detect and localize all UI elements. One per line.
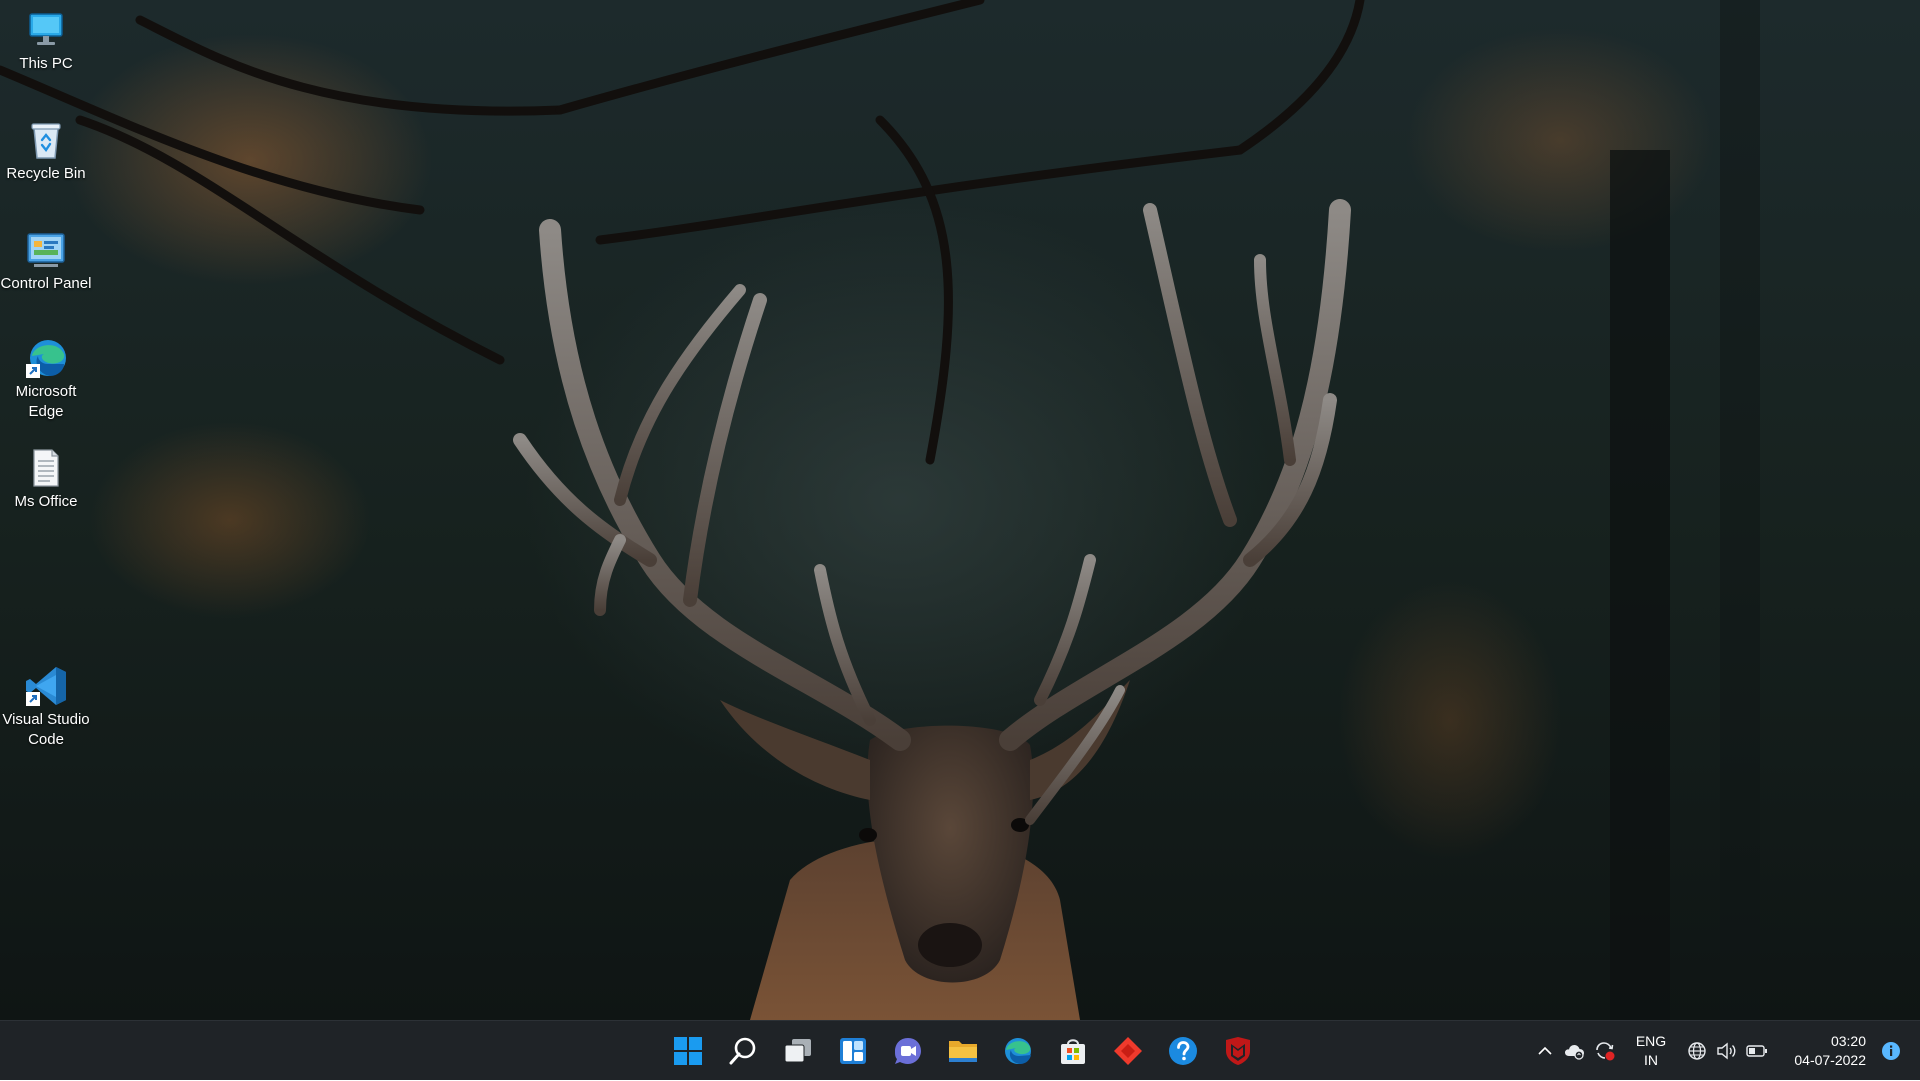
sync-error-tray-button[interactable] [1590, 1021, 1620, 1081]
widgets-button[interactable] [825, 1021, 880, 1081]
speaker-icon [1717, 1042, 1736, 1060]
clock-date: 04-07-2022 [1794, 1052, 1866, 1068]
network-tray-button[interactable] [1682, 1021, 1712, 1081]
desktop-icon-label: Microsoft Edge [15, 383, 77, 420]
clock-date-button[interactable]: 03:20 04-07-2022 [1782, 1032, 1866, 1070]
battery-icon [1746, 1045, 1767, 1057]
input-language-indicator[interactable]: ENG IN [1624, 1032, 1678, 1070]
widgets-icon [839, 1038, 866, 1064]
desktop-icon-label: This PC [19, 55, 73, 72]
desktop-icon-label: Recycle Bin [6, 165, 86, 182]
vscode-shortcut-icon [24, 664, 68, 708]
this-pc-icon [24, 8, 68, 52]
help-icon [1168, 1037, 1197, 1065]
desktop-icon-recycle-bin[interactable]: Recycle Bin [0, 118, 92, 184]
sync-alert-icon [1596, 1042, 1615, 1061]
show-hidden-icons-button[interactable] [1530, 1021, 1560, 1081]
battery-tray-button[interactable] [1742, 1021, 1772, 1081]
desktop-icon-ms-office[interactable]: Ms Office [0, 446, 92, 512]
red-diamond-icon [1113, 1037, 1142, 1065]
desktop-icon-microsoft-edge[interactable]: Microsoft Edge [0, 336, 92, 422]
chat-camera-icon [894, 1038, 921, 1064]
desktop-icon-control-panel[interactable]: Control Panel [0, 228, 92, 294]
onedrive-tray-button[interactable] [1560, 1021, 1590, 1081]
taskbar-pinned-apps [660, 1021, 1265, 1081]
cloud-sync-icon [1565, 1045, 1584, 1060]
clock-time: 03:20 [1830, 1033, 1866, 1049]
anydesk-button[interactable] [1100, 1021, 1155, 1081]
task-view-icon [784, 1039, 811, 1063]
chat-button[interactable] [880, 1021, 935, 1081]
taskbar: ENG IN 03:20 04-07-2022 [0, 1020, 1920, 1080]
desktop[interactable]: This PC Recycle Bin Control Panel Micros… [0, 0, 1920, 1020]
file-explorer-button[interactable] [935, 1021, 990, 1081]
system-tray: ENG IN 03:20 04-07-2022 [1530, 1021, 1920, 1081]
desktop-icon-label: Control Panel [0, 275, 92, 292]
store-icon [1060, 1039, 1085, 1064]
get-help-button[interactable] [1155, 1021, 1210, 1081]
search-icon [729, 1037, 755, 1065]
folder-icon [948, 1041, 977, 1062]
desktop-icon-this-pc[interactable]: This PC [0, 8, 92, 74]
chevron-up-icon [1538, 1046, 1552, 1055]
mcafee-button[interactable] [1210, 1021, 1265, 1081]
edge-shortcut-icon [24, 336, 68, 380]
task-view-button[interactable] [770, 1021, 825, 1081]
desktop-icon-label: Visual Studio Code [2, 711, 90, 748]
store-button[interactable] [1045, 1021, 1100, 1081]
region-code: IN [1644, 1052, 1658, 1068]
language-code: ENG [1635, 1033, 1667, 1049]
search-button[interactable] [715, 1021, 770, 1081]
notification-center-button[interactable] [1876, 1021, 1906, 1081]
start-button[interactable] [660, 1021, 715, 1081]
mcafee-shield-icon [1225, 1037, 1250, 1065]
deer-wallpaper [0, 0, 1760, 1020]
windows-logo-icon [673, 1037, 702, 1065]
edge-icon [1004, 1038, 1031, 1064]
notification-badge-icon [1882, 1042, 1900, 1060]
desktop-icon-label: Ms Office [14, 493, 78, 510]
edge-button[interactable] [990, 1021, 1045, 1081]
globe-icon [1688, 1042, 1706, 1060]
recycle-bin-icon [24, 118, 68, 162]
text-document-icon [24, 446, 68, 490]
desktop-icon-visual-studio-code[interactable]: Visual Studio Code [0, 664, 92, 750]
volume-tray-button[interactable] [1712, 1021, 1742, 1081]
control-panel-icon [24, 228, 68, 272]
